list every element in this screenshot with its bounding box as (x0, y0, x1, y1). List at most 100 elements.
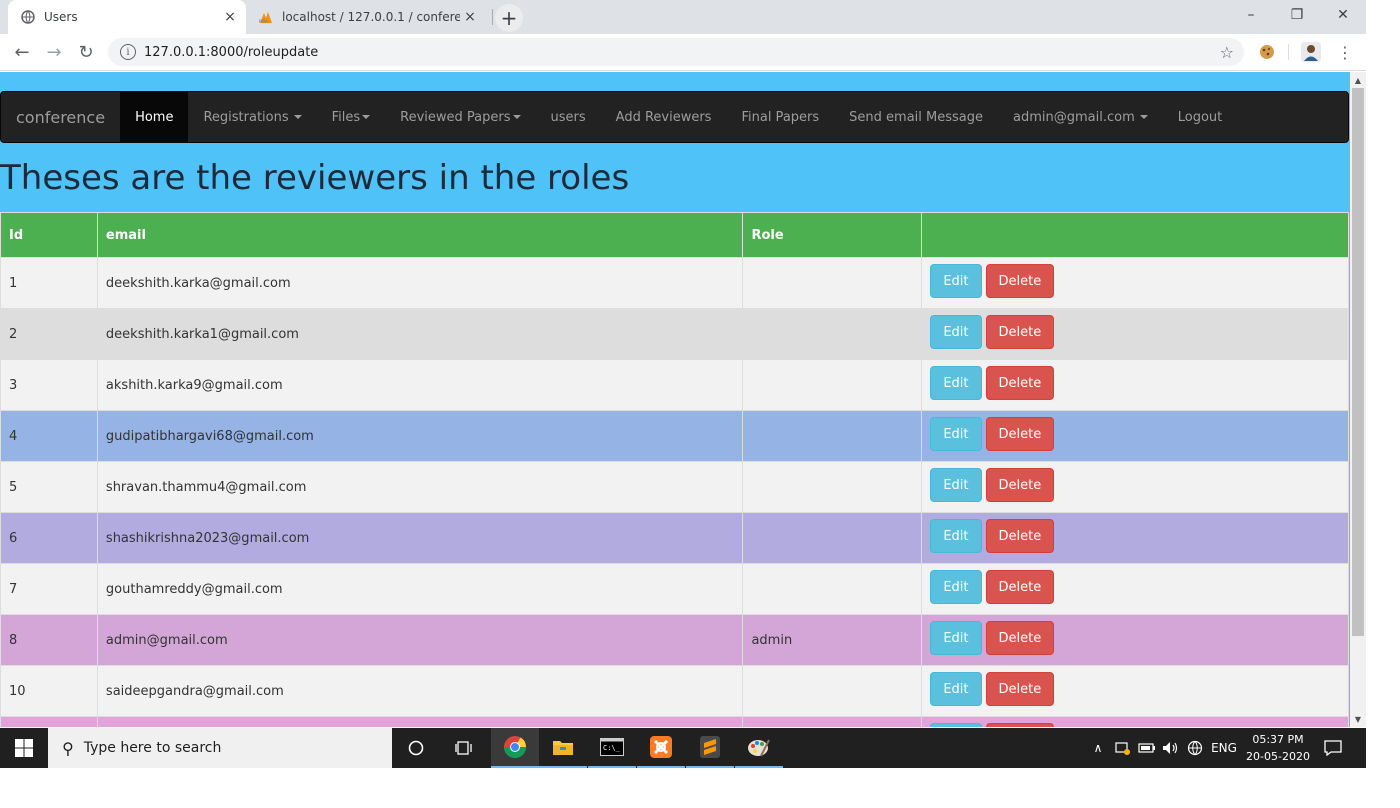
table-row: 1 deekshith.karka@gmail.com Edit Delete (0, 257, 1349, 309)
volume-icon[interactable] (1160, 728, 1182, 768)
nav-user-account[interactable]: admin@gmail.com (998, 92, 1163, 142)
tab-separator (492, 9, 493, 25)
edit-button[interactable]: Edit (930, 672, 982, 706)
cell-role (742, 665, 923, 717)
users-table: Id email Role 1 deekshith.karka@gmail.com… (0, 212, 1349, 727)
xampp-icon[interactable] (637, 728, 685, 768)
forward-button[interactable]: → (40, 38, 68, 66)
edit-button[interactable]: Edit (930, 519, 982, 553)
notifications-icon[interactable] (1318, 728, 1348, 768)
nav-users[interactable]: users (536, 92, 601, 142)
sublime-text-icon[interactable] (686, 728, 734, 768)
toolbar-divider (1288, 44, 1289, 60)
cell-id: 8 (0, 614, 98, 666)
nav-final-papers[interactable]: Final Papers (726, 92, 834, 142)
delete-button[interactable]: Delete (985, 264, 1055, 298)
show-hidden-icons[interactable]: ∧ (1088, 728, 1108, 768)
tab-title: localhost / 127.0.0.1 / conference (282, 10, 460, 24)
delete-button[interactable]: Delete (985, 468, 1055, 502)
nav-send-email[interactable]: Send email Message (834, 92, 998, 142)
cell-role (742, 359, 923, 411)
scroll-up-icon[interactable]: ▲ (1350, 72, 1366, 88)
edit-button[interactable]: Edit (930, 468, 982, 502)
address-bar[interactable]: i 127.0.0.1:8000/roleupdate ☆ (108, 38, 1244, 66)
terminal-icon[interactable]: C:\_ (588, 728, 636, 768)
address-toolbar: ← → ↻ i 127.0.0.1:8000/roleupdate ☆ ⋮ (0, 34, 1366, 71)
cell-email: saideepgandra@gmail.com (96, 665, 744, 717)
table-row: 10 saideepgandra@gmail.com Edit Delete (0, 665, 1349, 717)
language-indicator[interactable]: ENG (1208, 728, 1240, 768)
task-view-icon[interactable] (440, 728, 488, 768)
bookmark-star-icon[interactable]: ☆ (1220, 43, 1234, 62)
paint-icon[interactable] (735, 728, 783, 768)
edit-button[interactable]: Edit (930, 366, 982, 400)
tab-close-icon[interactable]: × (220, 7, 240, 27)
page-scrollbar[interactable]: ▲ ▼ (1350, 72, 1366, 727)
tab-users[interactable]: Users × (8, 0, 246, 34)
clock-date: 20-05-2020 (1246, 750, 1310, 763)
taskbar-search[interactable]: ⚲ Type here to search (48, 728, 392, 768)
nav-add-reviewers[interactable]: Add Reviewers (601, 92, 727, 142)
delete-button[interactable]: Delete (985, 366, 1055, 400)
cell-role: admin (742, 614, 923, 666)
network-security-icon[interactable] (1112, 728, 1134, 768)
delete-button[interactable]: Delete (985, 315, 1055, 349)
minimize-button[interactable]: – (1228, 0, 1274, 30)
chrome-taskbar-icon[interactable] (491, 728, 539, 768)
edit-button[interactable]: Edit (930, 621, 982, 655)
edit-button[interactable]: Edit (930, 315, 982, 349)
battery-icon[interactable] (1136, 728, 1158, 768)
edit-button[interactable]: Edit (930, 570, 982, 604)
cell-id: 4 (0, 410, 98, 462)
profile-avatar[interactable] (1300, 41, 1322, 63)
tab-close-icon[interactable]: × (460, 7, 480, 27)
nav-registrations[interactable]: Registrations (188, 92, 316, 142)
cookie-extension-icon[interactable] (1256, 41, 1278, 63)
new-tab-button[interactable]: + (495, 4, 523, 32)
cell-id: 7 (0, 563, 98, 615)
close-window-button[interactable]: ✕ (1320, 0, 1366, 30)
delete-button[interactable]: Delete (985, 570, 1055, 604)
restore-button[interactable]: ❐ (1274, 0, 1320, 30)
nav-label: Reviewed Papers (400, 109, 511, 125)
cell-email: akshith.karka9@gmail.com (96, 359, 744, 411)
caret-down-icon (362, 115, 371, 119)
delete-button[interactable]: Delete (985, 723, 1055, 727)
delete-button[interactable]: Delete (985, 672, 1055, 706)
cell-email: gouthamreddy@gmail.com (96, 563, 744, 615)
network-globe-icon[interactable] (1184, 728, 1206, 768)
table-row: 5 shravan.thammu4@gmail.com Edit Delete (0, 461, 1349, 513)
scrollbar-thumb[interactable] (1352, 88, 1364, 636)
nav-home[interactable]: Home (120, 92, 189, 142)
cell-email: shashikrishna2023@gmail.com (96, 512, 744, 564)
scroll-down-icon[interactable]: ▼ (1350, 711, 1366, 727)
nav-reviewed-papers[interactable]: Reviewed Papers (385, 92, 535, 142)
edit-button[interactable]: Edit (930, 417, 982, 451)
reload-button[interactable]: ↻ (72, 38, 100, 66)
edit-button[interactable]: Edit (930, 723, 982, 727)
delete-button[interactable]: Delete (985, 417, 1055, 451)
nav-label: Final Papers (741, 109, 820, 125)
cortana-icon[interactable] (392, 728, 440, 768)
nav-label: users (550, 109, 586, 125)
browser-tab-strip: Users × PMA localhost / 127.0.0.1 / conf… (0, 0, 1366, 34)
nav-label: Files (331, 109, 361, 125)
url-text[interactable]: 127.0.0.1:8000/roleupdate (144, 45, 318, 60)
delete-button[interactable]: Delete (985, 621, 1055, 655)
back-button[interactable]: ← (8, 38, 36, 66)
system-clock[interactable]: 05:37 PM 20-05-2020 (1242, 731, 1314, 765)
tab-phpmyadmin[interactable]: PMA localhost / 127.0.0.1 / conference × (250, 0, 486, 34)
delete-button[interactable]: Delete (985, 519, 1055, 553)
navbar-brand[interactable]: conference (1, 92, 120, 142)
nav-files[interactable]: Files (317, 92, 386, 142)
site-info-icon[interactable]: i (120, 44, 136, 60)
file-explorer-icon[interactable] (539, 728, 587, 768)
cell-email (96, 716, 744, 727)
nav-label: admin@gmail.com (1013, 109, 1135, 125)
menu-icon[interactable]: ⋮ (1334, 41, 1356, 63)
top-navbar: conference Home Registrations Files Revi… (0, 91, 1349, 143)
nav-logout[interactable]: Logout (1163, 92, 1238, 142)
start-button[interactable] (0, 728, 48, 768)
edit-button[interactable]: Edit (930, 264, 982, 298)
cell-id: 3 (0, 359, 98, 411)
